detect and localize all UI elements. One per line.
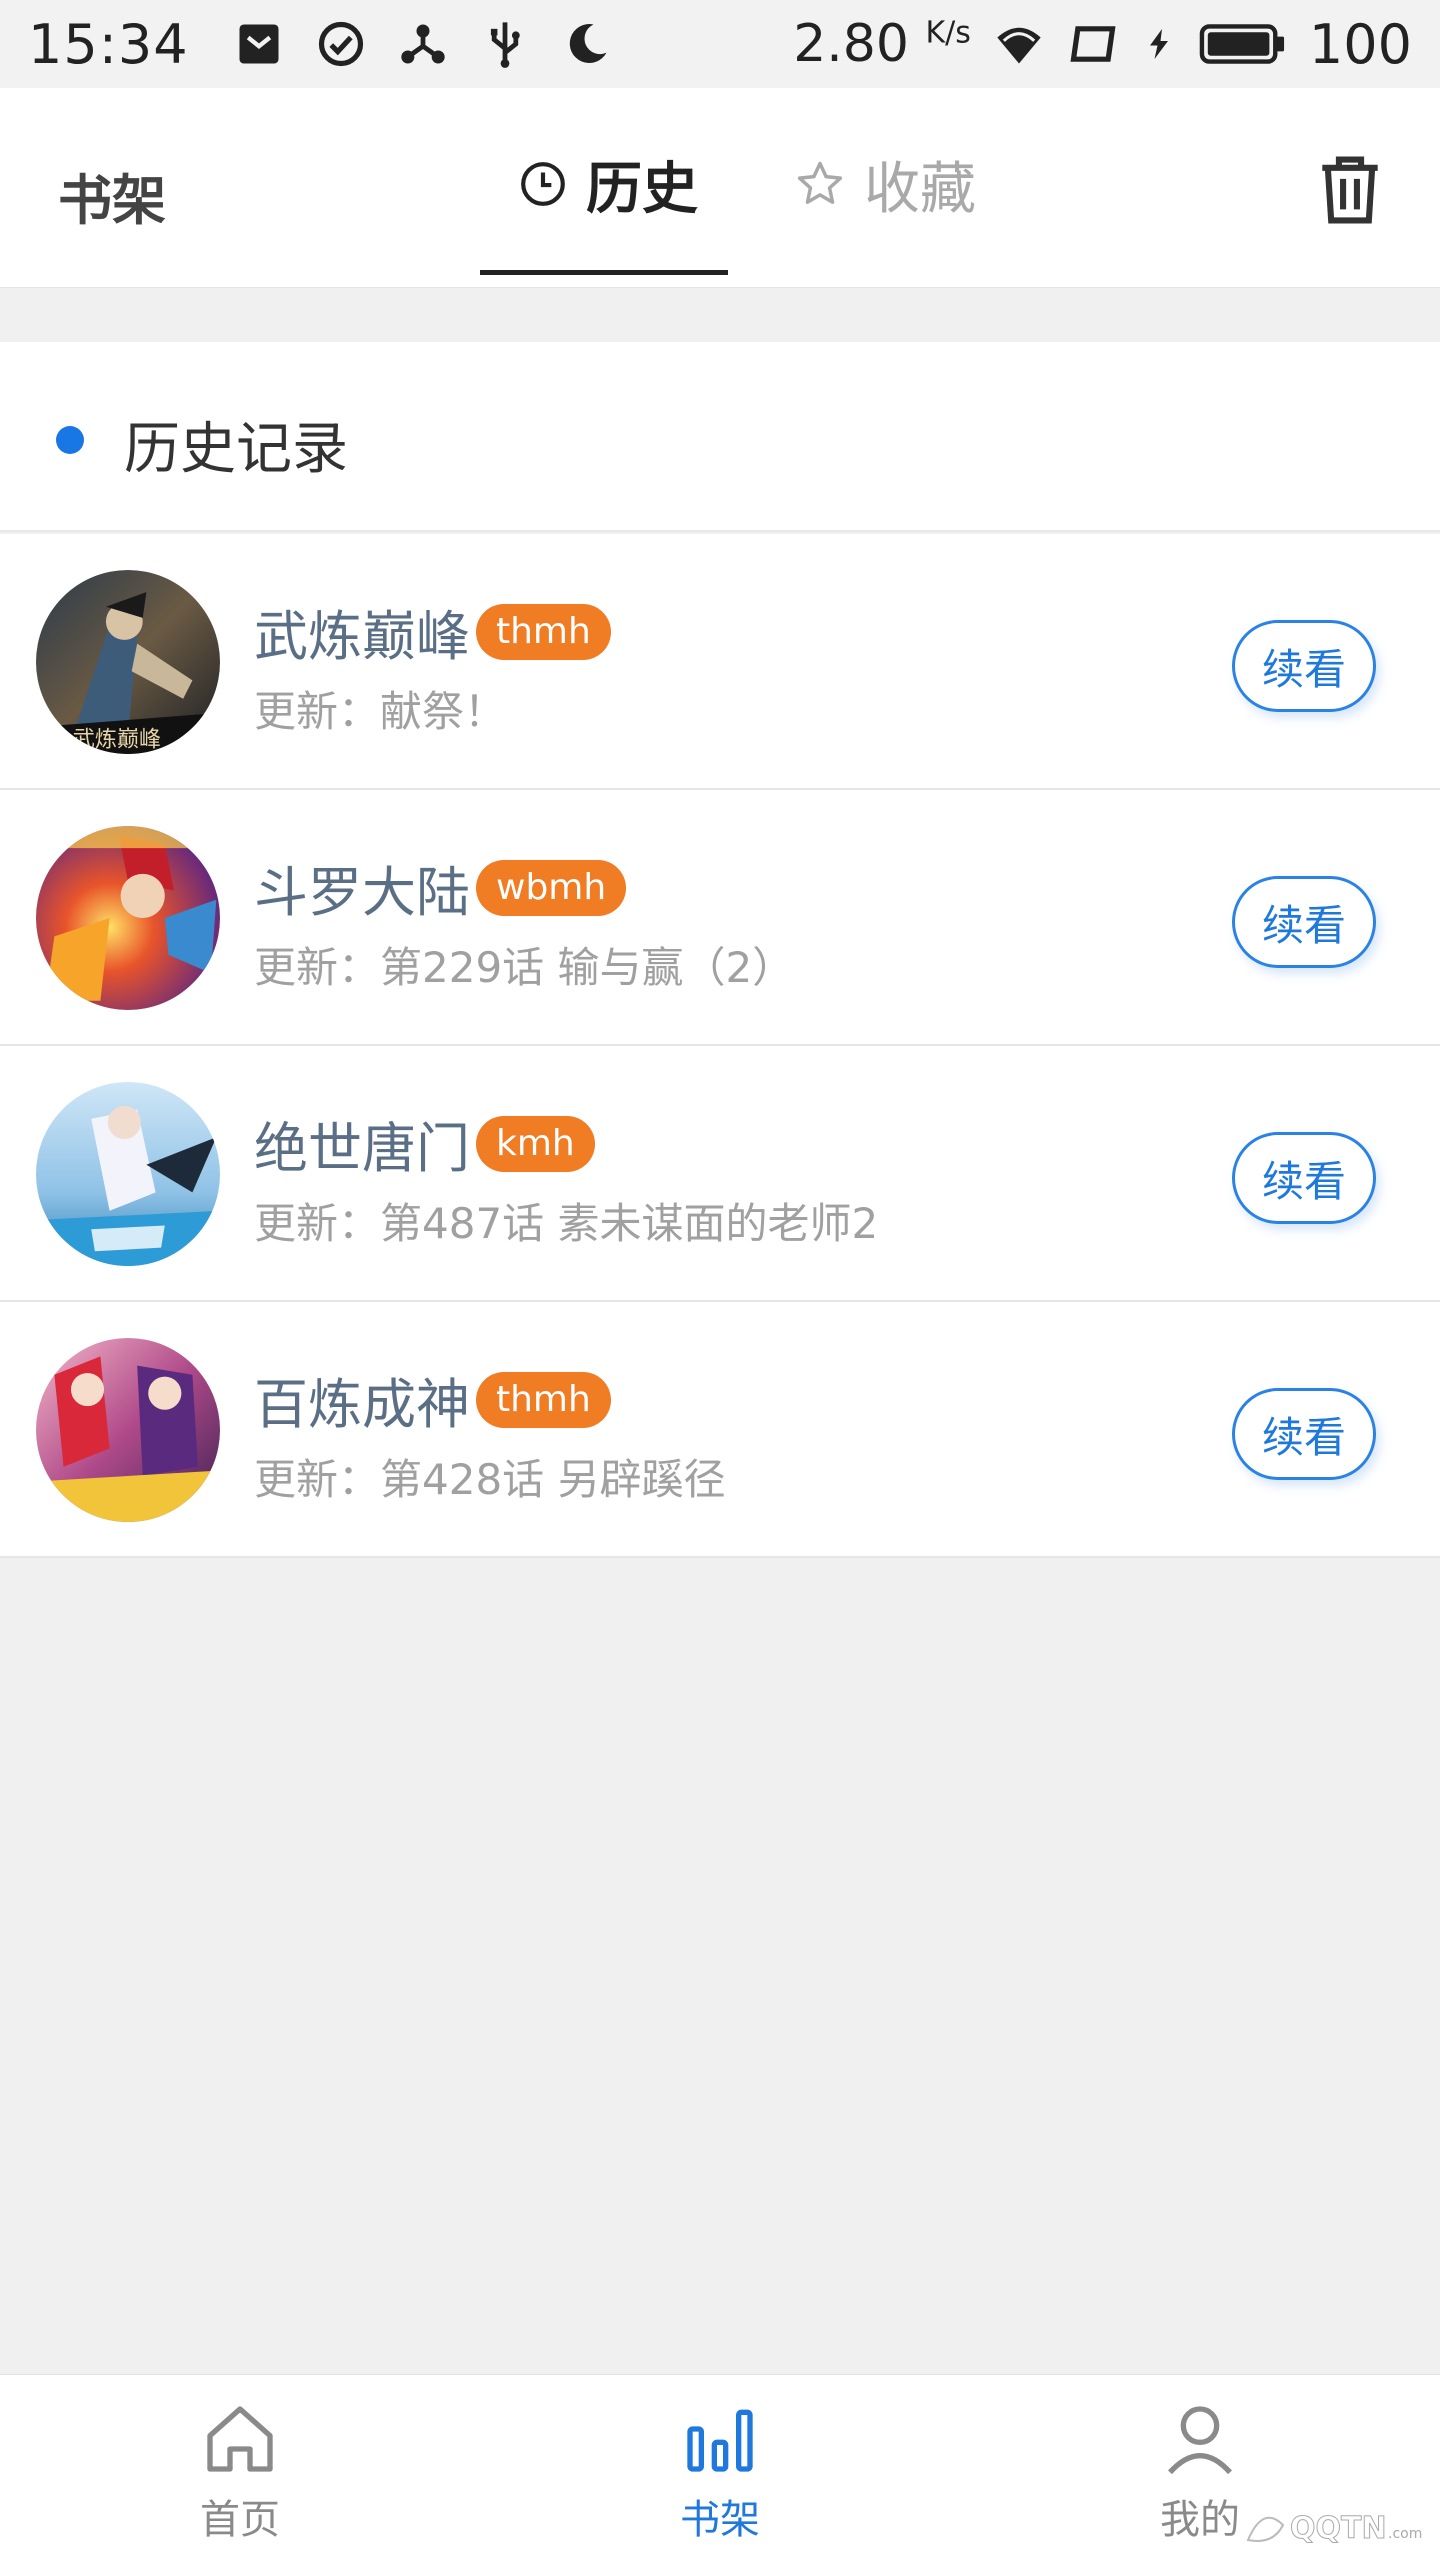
update-text: 更新：第487话 素未谋面的老师2 bbox=[254, 1199, 879, 1248]
nav-home[interactable]: 首页 bbox=[140, 2399, 340, 2545]
watermark-logo: QQTN .com bbox=[1246, 2511, 1422, 2547]
tab-favorites[interactable]: 收藏 bbox=[794, 148, 976, 222]
history-list: 武炼巅峰 武炼巅峰 thmh 更新：献祭！ 续看 斗罗大陆 wbmh 更新：第2… bbox=[0, 534, 1440, 1558]
wifi-icon bbox=[997, 27, 1041, 64]
top-nav: 书架 历史 收藏 bbox=[0, 88, 1440, 288]
share-icon bbox=[400, 24, 445, 64]
tab-history[interactable]: 历史 bbox=[518, 148, 698, 222]
nav-bookshelf-label: 书架 bbox=[680, 2497, 760, 2543]
nav-profile-label: 我的 bbox=[1160, 2497, 1240, 2543]
continue-reading-button[interactable]: 续看 bbox=[1232, 620, 1376, 712]
home-icon bbox=[207, 2406, 273, 2472]
cover-image: 武炼巅峰 bbox=[36, 570, 220, 754]
svg-text:QQTN: QQTN bbox=[1290, 2511, 1387, 2546]
svg-text:.com: .com bbox=[1388, 2526, 1422, 2542]
battery-percent: 100 bbox=[1308, 12, 1412, 76]
list-item[interactable]: 武炼巅峰 武炼巅峰 thmh 更新：献祭！ 续看 bbox=[0, 534, 1440, 790]
user-icon bbox=[1168, 2406, 1232, 2475]
list-item[interactable]: 绝世唐门 kmh 更新：第487话 素未谋面的老师2 续看 bbox=[0, 1046, 1440, 1302]
status-bar: 15:34 2.80 K/s 100 bbox=[0, 0, 1440, 88]
comic-cover bbox=[36, 1338, 220, 1522]
section-title: 历史记录 bbox=[124, 417, 348, 482]
cover-image bbox=[36, 1082, 220, 1266]
list-item[interactable]: 百炼成神 thmh 更新：第428话 另辟蹊径 续看 bbox=[0, 1302, 1440, 1558]
status-right: 2.80 K/s 100 bbox=[793, 13, 1412, 76]
battery-icon bbox=[1199, 24, 1284, 64]
trash-icon[interactable] bbox=[1316, 154, 1384, 226]
network-speed: 2.80 K/s bbox=[793, 14, 971, 74]
charging-icon bbox=[1149, 29, 1168, 59]
comic-cover bbox=[36, 1082, 220, 1266]
cover-image bbox=[36, 826, 220, 1010]
continue-reading-button[interactable]: 续看 bbox=[1232, 1132, 1376, 1224]
usb-icon bbox=[490, 22, 520, 68]
source-badge: wbmh bbox=[476, 860, 627, 916]
section-header: 历史记录 bbox=[0, 342, 1440, 532]
tab-history-label: 历史 bbox=[586, 156, 698, 222]
notification-icon bbox=[239, 24, 279, 64]
star-icon bbox=[797, 161, 843, 204]
nav-bookshelf[interactable]: 书架 bbox=[620, 2399, 820, 2545]
list-item[interactable]: 斗罗大陆 wbmh 更新：第229话 输与赢（2） 续看 bbox=[0, 790, 1440, 1046]
screen-icon bbox=[1070, 26, 1116, 62]
active-tab-indicator bbox=[480, 270, 728, 275]
source-badge: thmh bbox=[476, 604, 611, 660]
update-text: 更新：献祭！ bbox=[254, 687, 507, 736]
cover-image bbox=[36, 1338, 220, 1522]
continue-reading-button[interactable]: 续看 bbox=[1232, 1388, 1376, 1480]
update-text: 更新：第428话 另辟蹊径 bbox=[254, 1455, 726, 1504]
comic-cover bbox=[36, 826, 220, 1010]
bottom-nav: 首页 书架 我的 bbox=[0, 2374, 1440, 2560]
svg-text:武炼巅峰: 武炼巅峰 bbox=[73, 728, 161, 753]
source-badge: kmh bbox=[476, 1116, 595, 1172]
source-badge: thmh bbox=[476, 1372, 611, 1428]
update-text: 更新：第229话 输与赢（2） bbox=[254, 943, 795, 992]
moon-icon bbox=[569, 24, 607, 64]
comic-title: 百炼成神 bbox=[254, 1373, 470, 1436]
comic-title: 绝世唐门 bbox=[254, 1117, 470, 1180]
comic-title: 斗罗大陆 bbox=[254, 861, 470, 924]
status-time: 15:34 bbox=[28, 12, 189, 76]
status-icons-left bbox=[233, 18, 613, 70]
nav-home-label: 首页 bbox=[200, 2497, 280, 2543]
tab-favorites-label: 收藏 bbox=[864, 156, 976, 222]
check-circle-icon bbox=[318, 21, 363, 67]
clock-icon bbox=[521, 162, 565, 206]
section-dot bbox=[56, 426, 84, 454]
comic-title: 武炼巅峰 bbox=[254, 605, 470, 668]
comic-cover: 武炼巅峰 bbox=[36, 570, 220, 754]
bar-chart-icon bbox=[687, 2409, 753, 2472]
page-title: 书架 bbox=[58, 169, 166, 232]
continue-reading-button[interactable]: 续看 bbox=[1232, 876, 1376, 968]
